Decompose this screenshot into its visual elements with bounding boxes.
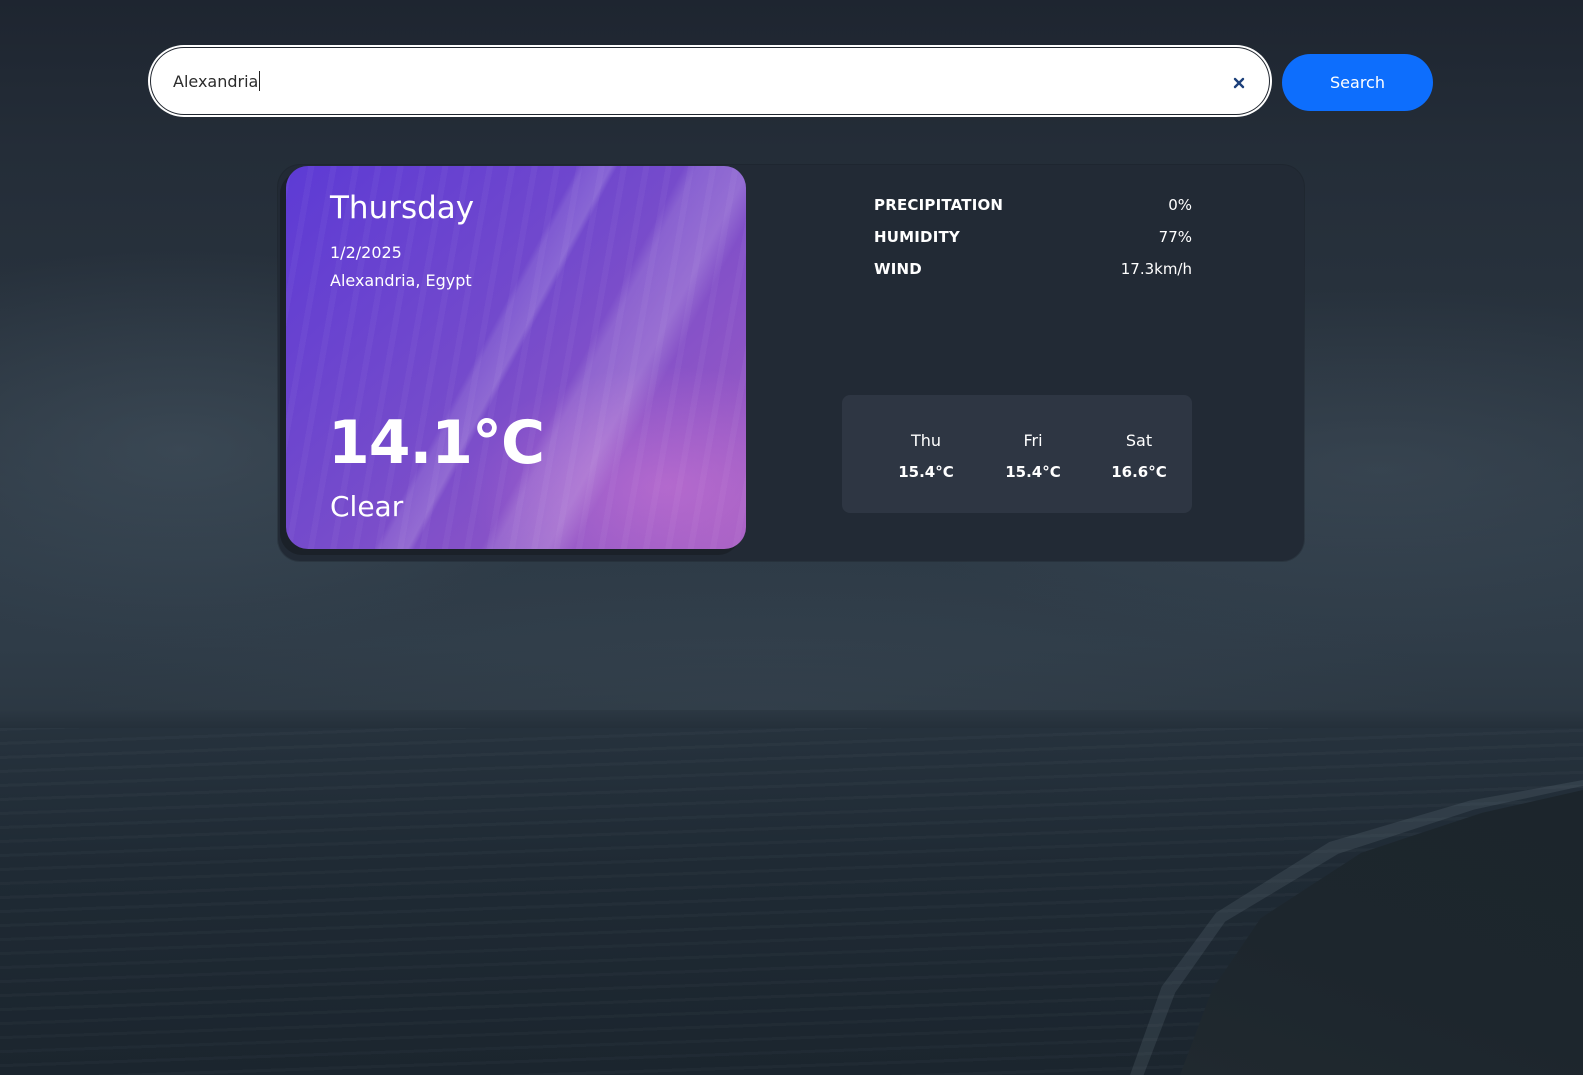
close-icon[interactable]: [1226, 70, 1252, 96]
current-temperature: 14.1°C: [328, 408, 545, 478]
forecast-item: Fri 15.4°C: [988, 431, 1078, 481]
current-condition: Clear: [330, 490, 404, 523]
text-caret: [259, 71, 260, 91]
stat-value: 17.3km/h: [1120, 260, 1192, 278]
forecast-panel: Thu 15.4°C Fri 15.4°C Sat 16.6°C: [842, 395, 1192, 513]
forecast-day: Sat: [1125, 431, 1153, 450]
current-date: 1/2/2025: [330, 243, 402, 262]
stat-value: 77%: [1158, 228, 1192, 246]
stat-label: WIND: [874, 260, 922, 278]
forecast-temp: 16.6°C: [1111, 463, 1167, 481]
forecast-temp: 15.4°C: [898, 463, 954, 481]
stat-label: PRECIPITATION: [874, 196, 1004, 214]
forecast-item: Thu 15.4°C: [881, 431, 971, 481]
forecast-item: Sat 16.6°C: [1094, 431, 1184, 481]
search-bar: [151, 48, 1269, 114]
search-input[interactable]: [173, 48, 1213, 114]
forecast-temp: 15.4°C: [1005, 463, 1061, 481]
stat-value: 0%: [1168, 196, 1192, 214]
stat-wind: WIND 17.3km/h: [874, 260, 1192, 282]
current-location: Alexandria, Egypt: [330, 271, 472, 290]
stat-label: HUMIDITY: [874, 228, 960, 246]
current-day: Thursday: [330, 190, 475, 226]
stat-humidity: HUMIDITY 77%: [874, 228, 1192, 250]
forecast-day: Thu: [910, 431, 942, 450]
stat-precipitation: PRECIPITATION 0%: [874, 196, 1192, 218]
forecast-day: Fri: [1023, 431, 1043, 450]
search-button[interactable]: Search: [1282, 54, 1433, 111]
